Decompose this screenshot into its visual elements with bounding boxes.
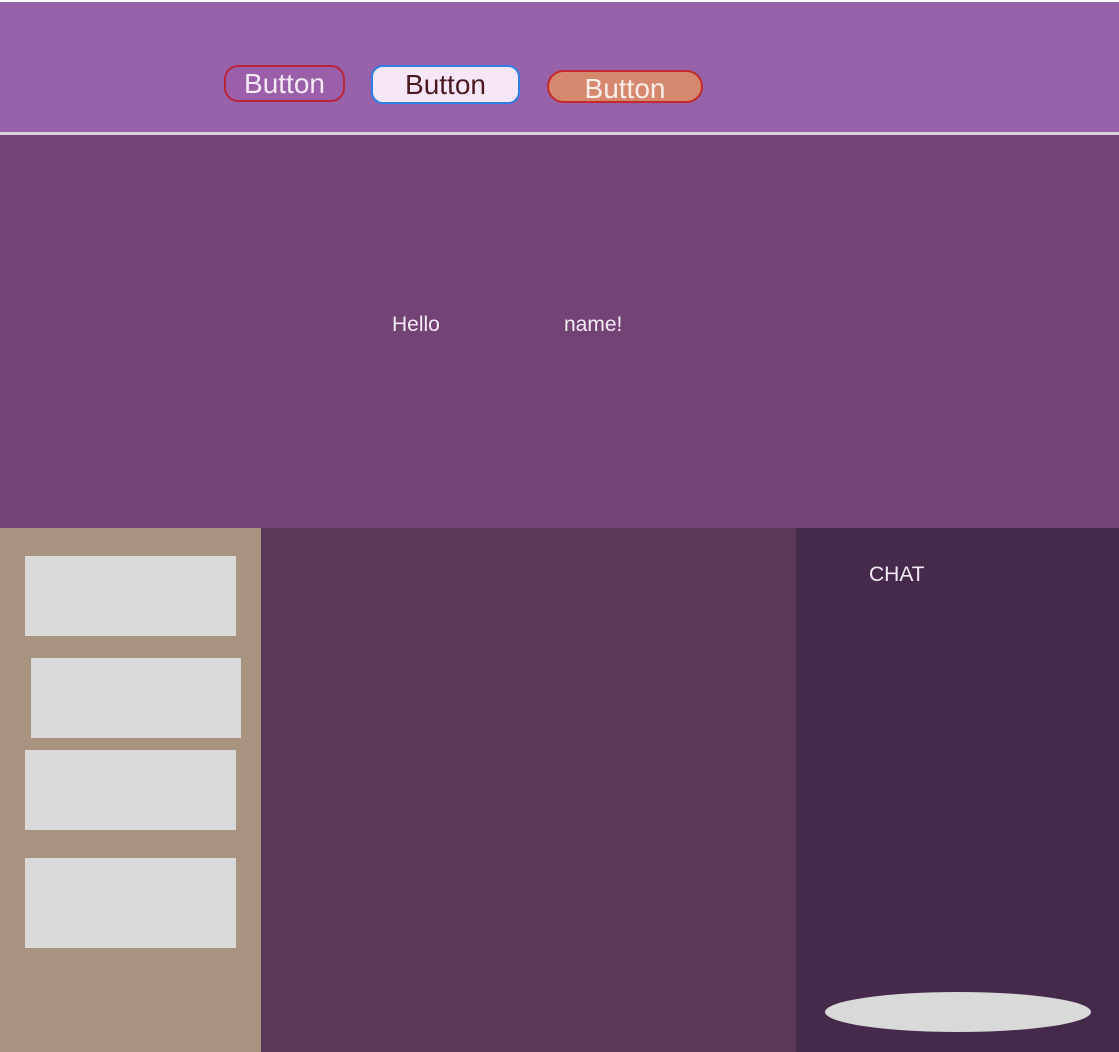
header-button-2[interactable]: Button [371,65,520,104]
user-name-text: name! [564,313,623,336]
chat-title: CHAT [869,563,925,586]
main-content-area [261,528,796,1052]
chat-panel: CHAT [796,528,1119,1052]
header-button-1[interactable]: Button [224,65,345,102]
header-button-3[interactable]: Button [547,70,703,103]
sidebar-card-1[interactable] [25,556,236,636]
app-frame: Button Button Button Hello name! CHAT [0,0,1119,1052]
chat-input[interactable] [825,992,1091,1032]
greeting-text: Hello [392,313,440,336]
top-bar: Button Button Button [0,2,1119,132]
hero-section: Hello name! [0,135,1119,528]
sidebar-card-4[interactable] [25,858,236,948]
sidebar-card-2[interactable] [31,658,241,738]
left-sidebar [0,528,261,1052]
sidebar-card-3[interactable] [25,750,236,830]
